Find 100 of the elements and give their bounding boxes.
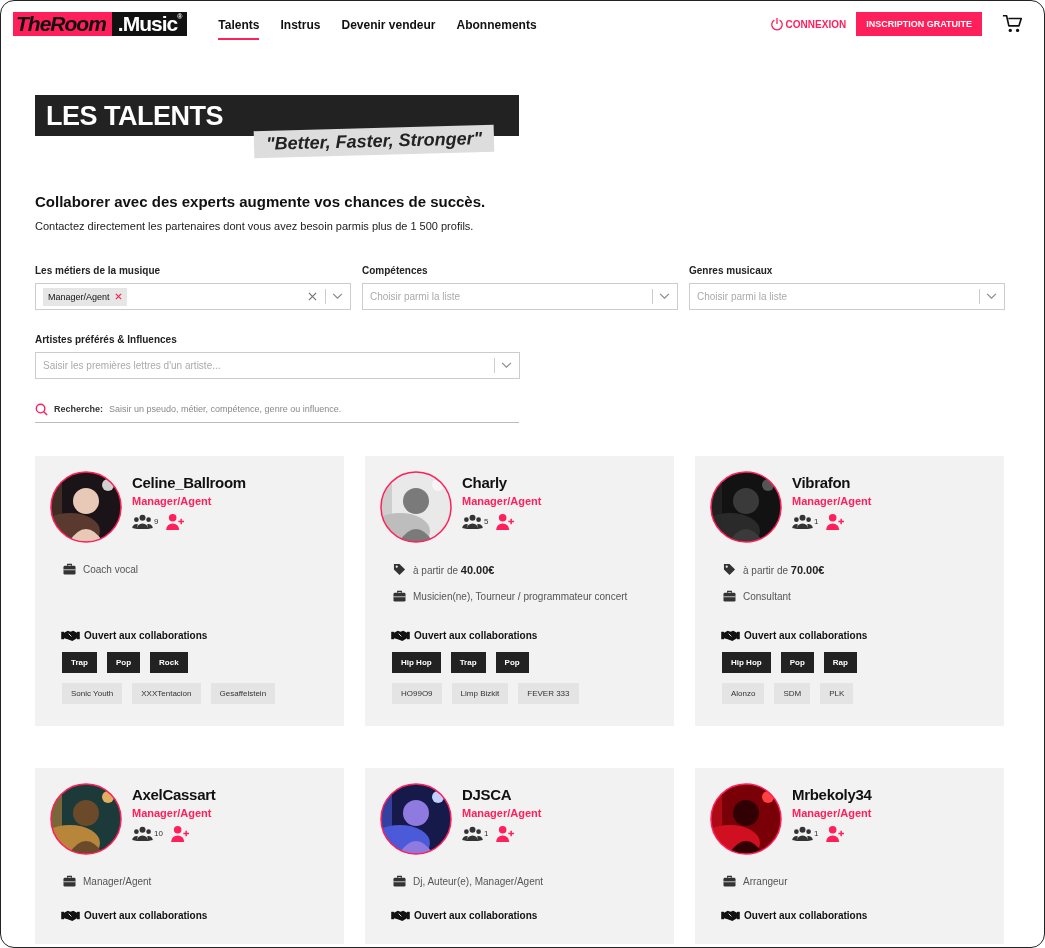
- handshake-icon: [61, 629, 80, 642]
- handshake-icon: [721, 909, 740, 922]
- genre-tag[interactable]: Pop: [106, 652, 140, 673]
- talent-card[interactable]: Mrbekoly34 Manager/Agent 1 Arrangeur Ouvert aux collaborations: [695, 768, 1004, 944]
- talent-name[interactable]: Vibrafon: [792, 474, 872, 491]
- artist-tag[interactable]: FEVER 333: [518, 683, 579, 704]
- job-text: Arrangeur: [743, 875, 788, 887]
- artist-tag[interactable]: Gesaffelstein: [210, 683, 276, 704]
- genre-tag[interactable]: Trap: [450, 652, 486, 673]
- talent-card[interactable]: Celine_Ballroom Manager/Agent 9 Coach vocal Ouvert aux collaborations Trap Pop Rock Sonic Youth XXXTentacion Gesaffelstein: [35, 456, 344, 726]
- job-text: Coach vocal: [83, 563, 139, 575]
- follower-count: 1: [484, 829, 489, 838]
- talent-name[interactable]: Charly: [462, 474, 542, 491]
- search-icon: [35, 402, 48, 416]
- people-icon: [792, 514, 813, 529]
- filter-label: Compétences: [362, 265, 429, 276]
- talent-name[interactable]: Celine_Ballroom: [132, 474, 246, 491]
- people-icon: [462, 514, 483, 529]
- search-input[interactable]: Saisir un pseudo, métier, compétence, genre ou influence.: [109, 404, 519, 414]
- add-user-icon[interactable]: [170, 825, 190, 842]
- intro-heading: Collaborer avec des experts augmente vos chances de succès.: [35, 193, 487, 210]
- collab-heading: Ouvert aux collaborations: [744, 630, 868, 641]
- filter-label: Genres musicaux: [689, 265, 774, 276]
- price-text: à partir de 40.00€: [413, 563, 495, 576]
- briefcase-icon: [723, 590, 736, 602]
- chevron-down-icon[interactable]: [501, 362, 512, 369]
- briefcase-icon: [723, 875, 736, 887]
- nav-link[interactable]: Instrus: [280, 8, 321, 40]
- handshake-icon: [61, 909, 80, 922]
- talent-card[interactable]: Charly Manager/Agent 5 à partir de 40.00€ Musicien(ne), Tourneur / programmateur concert Ouvert aux collaborations Hip Hop Trap Pop HO99O9 Limp Bizkit FEVER 333: [365, 456, 674, 726]
- talent-role: Manager/Agent: [792, 495, 872, 507]
- nav-link[interactable]: Devenir vendeur: [341, 8, 436, 40]
- talent-role: Manager/Agent: [792, 807, 872, 819]
- artist-tag[interactable]: Limp Bizkit: [451, 683, 509, 704]
- talent-card[interactable]: Vibrafon Manager/Agent 1 à partir de 70.00€ Consultant Ouvert aux collaborations Hip Hop Pop Rap Alonzo SDM PLK: [695, 456, 1004, 726]
- job-text: Musicien(ne), Tourneur / programmateur concert: [413, 590, 628, 602]
- talent-role: Manager/Agent: [132, 807, 213, 819]
- tag-icon: [723, 563, 736, 576]
- chevron-down-icon[interactable]: [332, 293, 343, 300]
- artist-tag[interactable]: XXXTentacion: [132, 683, 201, 704]
- nav-link[interactable]: Talents: [218, 8, 260, 40]
- chevron-down-icon[interactable]: [986, 293, 997, 300]
- follower-count: 10: [154, 829, 163, 838]
- genre-tag[interactable]: Hip Hop: [392, 652, 441, 673]
- follower-count: 5: [484, 517, 489, 526]
- collab-heading: Ouvert aux collaborations: [84, 910, 208, 921]
- genre-tag[interactable]: Pop: [780, 652, 814, 673]
- add-user-icon[interactable]: [496, 825, 516, 842]
- price-text: à partir de 70.00€: [743, 563, 825, 576]
- talent-card[interactable]: DJSCA Manager/Agent 1 Dj, Auteur(e), Manager/Agent Ouvert aux collaborations: [365, 768, 674, 944]
- talent-role: Manager/Agent: [132, 495, 213, 507]
- select-field[interactable]: Manager/Agent: [35, 283, 351, 310]
- collab-heading: Ouvert aux collaborations: [744, 910, 868, 921]
- handshake-icon: [391, 909, 410, 922]
- talent-name[interactable]: DJSCA: [462, 786, 542, 803]
- talent-name[interactable]: AxelCassart: [132, 786, 216, 803]
- power-icon[interactable]: [769, 17, 784, 31]
- artist-tag[interactable]: Sonic Youth: [62, 683, 123, 704]
- nav-link[interactable]: Abonnements: [456, 8, 537, 40]
- add-user-icon[interactable]: [496, 513, 516, 530]
- handshake-icon: [391, 629, 410, 642]
- login-link[interactable]: CONNEXION: [769, 17, 847, 31]
- genre-tag[interactable]: Trap: [62, 652, 97, 673]
- people-icon: [792, 826, 813, 841]
- chevron-down-icon[interactable]: [659, 293, 670, 300]
- genre-tag[interactable]: Rap: [823, 652, 857, 673]
- handshake-icon: [721, 629, 740, 642]
- collab-heading: Ouvert aux collaborations: [414, 630, 538, 641]
- add-user-icon[interactable]: [826, 513, 846, 530]
- follower-count: 9: [154, 517, 159, 526]
- clear-icon[interactable]: [308, 292, 317, 301]
- artist-tag[interactable]: PLK: [820, 683, 854, 704]
- talent-name[interactable]: Mrbekoly34: [792, 786, 872, 803]
- briefcase-icon: [63, 875, 76, 887]
- add-user-icon[interactable]: [826, 825, 846, 842]
- follower-count: 1: [814, 829, 819, 838]
- selected-chip[interactable]: Manager/Agent: [43, 287, 127, 306]
- follower-count: 1: [814, 517, 819, 526]
- people-icon: [132, 826, 153, 841]
- genre-tag[interactable]: Rock: [150, 652, 188, 673]
- filter-label: Les métiers de la musique: [35, 265, 162, 276]
- briefcase-icon: [63, 563, 76, 575]
- collab-heading: Ouvert aux collaborations: [414, 910, 538, 921]
- artist-tag[interactable]: HO99O9: [392, 683, 442, 704]
- signup-button[interactable]: INSCRIPTION GRATUITE: [856, 12, 982, 36]
- filter-label: Artistes préférés & Influences: [35, 334, 178, 345]
- add-user-icon[interactable]: [166, 513, 186, 530]
- talent-role: Manager/Agent: [462, 495, 542, 507]
- genre-tag[interactable]: Pop: [495, 652, 529, 673]
- talent-card[interactable]: AxelCassart Manager/Agent 10 Manager/Agent Ouvert aux collaborations: [35, 768, 344, 944]
- job-text: Dj, Auteur(e), Manager/Agent: [413, 875, 544, 887]
- search-label: Recherche:: [54, 404, 104, 414]
- genre-tag[interactable]: Hip Hop: [722, 652, 771, 673]
- remove-icon[interactable]: [114, 293, 122, 300]
- cart-icon[interactable]: [1002, 13, 1024, 35]
- people-icon: [462, 826, 483, 841]
- artist-tag[interactable]: SDM: [774, 683, 811, 704]
- people-icon: [132, 514, 153, 529]
- artist-tag[interactable]: Alonzo: [722, 683, 765, 704]
- tag-icon: [393, 563, 406, 576]
